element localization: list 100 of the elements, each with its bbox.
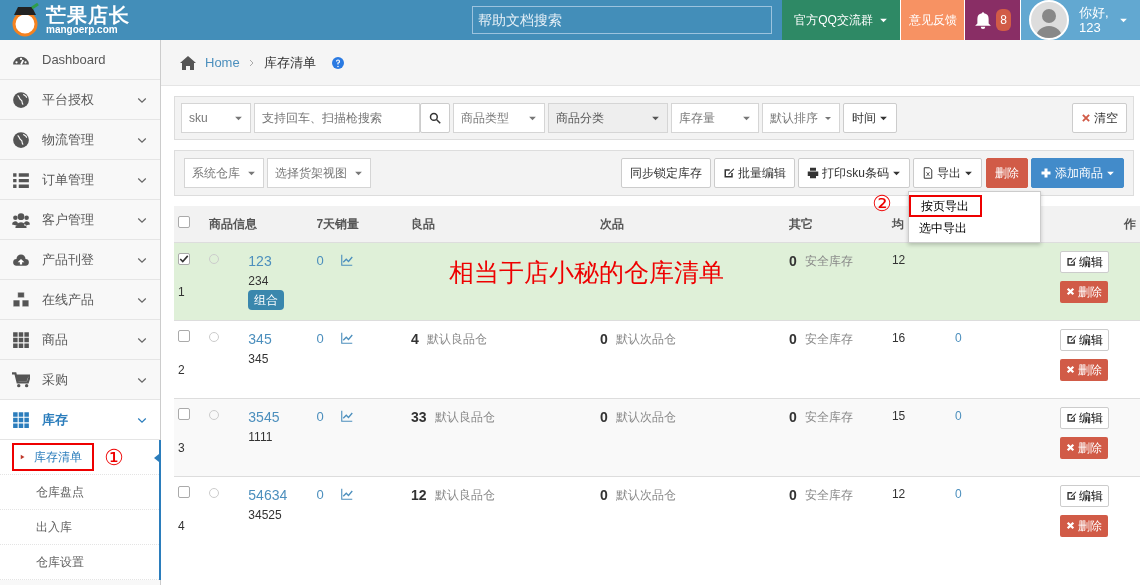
stock-quantity: 0 bbox=[789, 329, 797, 349]
time-button[interactable]: 时间 bbox=[843, 103, 897, 133]
sidebar-subitem[interactable]: 仓库设置 bbox=[0, 545, 159, 580]
edit-button[interactable]: 编辑 bbox=[1059, 406, 1109, 429]
plus-icon bbox=[1040, 167, 1052, 179]
edit-icon bbox=[1065, 490, 1077, 501]
grid-icon bbox=[12, 410, 30, 429]
grid-icon bbox=[12, 330, 30, 349]
sidebar-subitem[interactable]: 库存清单 ① bbox=[0, 440, 159, 475]
edit-button[interactable]: 编辑 bbox=[1059, 328, 1109, 351]
search-field[interactable]: 帮助文档搜索 bbox=[472, 6, 772, 34]
select-field[interactable]: sku bbox=[181, 103, 251, 133]
warehouse-name: 默认次品仓 bbox=[615, 409, 676, 426]
delete-button[interactable]: 删除 bbox=[1059, 514, 1108, 537]
warehouse-name: 默认次品仓 bbox=[615, 331, 676, 348]
delete-button[interactable]: 删除 bbox=[1059, 280, 1108, 303]
sku-link[interactable]: 345 bbox=[248, 330, 272, 347]
product-name: 234 bbox=[248, 272, 270, 290]
row-number: 3 bbox=[178, 439, 186, 457]
stock-quantity: 0 bbox=[789, 407, 797, 427]
select-all-checkbox[interactable] bbox=[178, 215, 190, 228]
warehouse-name: 安全库存 bbox=[804, 331, 853, 348]
sales-count: 0 bbox=[316, 251, 324, 270]
table-cell: 16 bbox=[891, 330, 906, 345]
caret-right-icon bbox=[20, 453, 26, 461]
warehouse-name: 默认良品仓 bbox=[434, 487, 495, 504]
edit-icon bbox=[1065, 256, 1077, 267]
sidebar-item[interactable]: 库存 bbox=[0, 400, 160, 440]
column-header: 其它 bbox=[789, 216, 814, 231]
select-field[interactable]: 商品分类 bbox=[548, 103, 668, 133]
select-field[interactable]: 默认排序 bbox=[762, 103, 840, 133]
stock-quantity: 0 bbox=[789, 485, 797, 505]
select-field[interactable]: 商品类型 bbox=[453, 103, 545, 133]
table-cell: 0 bbox=[954, 486, 962, 501]
column-header: 均 bbox=[891, 216, 904, 231]
close-icon bbox=[1065, 521, 1075, 530]
printer-icon bbox=[807, 167, 820, 179]
toolbar-button[interactable]: 导出 bbox=[913, 158, 982, 188]
menu-item[interactable]: 选中导出 bbox=[909, 217, 1040, 239]
annotation-number: ② bbox=[872, 191, 892, 217]
annotation-number: ① bbox=[104, 443, 124, 472]
stock-quantity: 12 bbox=[411, 485, 427, 505]
close-icon bbox=[1081, 113, 1091, 123]
menu-item[interactable]: 按页导出 bbox=[909, 195, 982, 217]
sku-link[interactable]: 54634 bbox=[248, 486, 288, 503]
select-field[interactable]: 库存量 bbox=[671, 103, 759, 133]
stock-quantity: 4 bbox=[411, 329, 419, 349]
sidebar-subitem[interactable]: 出入库 bbox=[0, 510, 159, 545]
search-button[interactable] bbox=[420, 103, 450, 133]
row-number: 4 bbox=[178, 517, 186, 535]
delete-button[interactable]: 删除 bbox=[1059, 436, 1108, 459]
toolbar-button[interactable]: 批量编辑 bbox=[714, 158, 796, 188]
breadcrumb-current: 库存清单 bbox=[263, 53, 316, 72]
cubes-icon bbox=[12, 290, 30, 309]
toolbar-button[interactable]: 删除 bbox=[986, 158, 1028, 188]
chart-icon bbox=[339, 254, 354, 267]
product-name: 345 bbox=[248, 350, 270, 368]
brand-domain: mangoerp.com bbox=[46, 25, 118, 35]
brand-name: 芒果店长 bbox=[46, 5, 130, 25]
qq-group-button[interactable]: 官方QQ交流群 bbox=[782, 0, 900, 40]
edit-button[interactable]: 编辑 bbox=[1059, 250, 1109, 273]
cart-icon bbox=[12, 370, 30, 389]
stock-quantity: 0 bbox=[600, 329, 608, 349]
row-checkbox[interactable] bbox=[178, 485, 190, 498]
edit-button[interactable]: 编辑 bbox=[1059, 484, 1109, 507]
stock-quantity: 0 bbox=[600, 407, 608, 427]
search-icon bbox=[429, 112, 441, 124]
table-cell: 12 bbox=[891, 486, 906, 501]
home-icon bbox=[179, 54, 197, 71]
bell-icon bbox=[974, 11, 993, 29]
sales-count: 0 bbox=[316, 485, 324, 504]
sales-count: 0 bbox=[316, 329, 324, 348]
row-number: 1 bbox=[178, 283, 186, 301]
stock-quantity: 0 bbox=[600, 485, 608, 505]
table-cell: 0 bbox=[954, 408, 962, 423]
table-cell: 0 bbox=[954, 330, 962, 345]
search-field[interactable]: 支持回车、扫描枪搜索 bbox=[254, 103, 420, 133]
combo-tag: 组合 bbox=[248, 289, 285, 310]
column-header: 良品 bbox=[411, 216, 436, 231]
toolbar-button[interactable]: 添加商品 bbox=[1031, 158, 1124, 188]
clear-button[interactable]: 清空 bbox=[1072, 103, 1127, 133]
row-checkbox[interactable] bbox=[178, 252, 190, 265]
product-name: 34525 bbox=[248, 506, 283, 524]
select-field[interactable]: 选择货架视图 bbox=[267, 158, 371, 188]
column-header: 次品 bbox=[600, 216, 625, 231]
notifications-button[interactable]: 8 bbox=[964, 0, 1020, 40]
toolbar-button[interactable]: 同步锁定库存 bbox=[621, 158, 712, 188]
row-checkbox[interactable] bbox=[178, 329, 190, 342]
delete-button[interactable]: 删除 bbox=[1059, 358, 1108, 381]
select-field[interactable]: 系统仓库 bbox=[184, 158, 264, 188]
edit-icon bbox=[1065, 412, 1077, 423]
warehouse-name: 默认良品仓 bbox=[426, 331, 487, 348]
warehouse-name: 安全库存 bbox=[804, 409, 853, 426]
column-header: 商品信息 bbox=[209, 216, 258, 231]
row-checkbox[interactable] bbox=[178, 407, 190, 420]
sidebar-subitem[interactable]: 仓库盘点 bbox=[0, 475, 159, 510]
row-number: 2 bbox=[178, 361, 186, 379]
toolbar-button[interactable]: 打印sku条码 bbox=[798, 158, 910, 188]
close-icon bbox=[1065, 443, 1075, 452]
chevron-right-icon bbox=[247, 57, 256, 68]
